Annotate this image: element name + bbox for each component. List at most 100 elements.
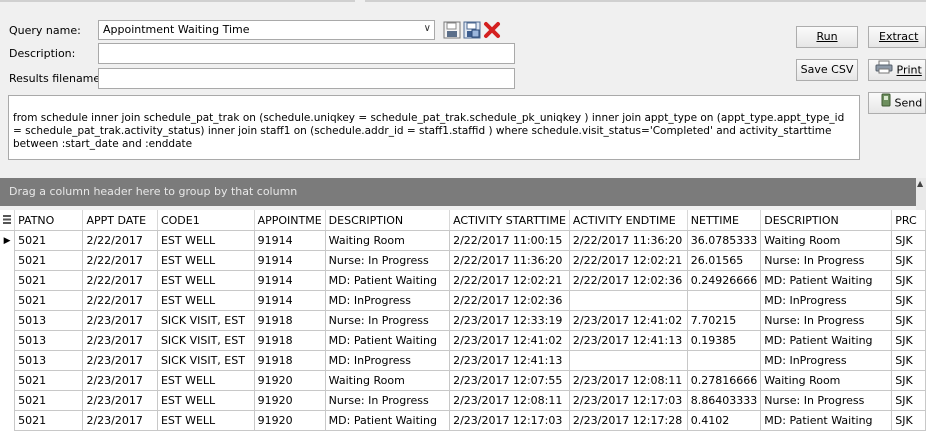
results-filename-input[interactable]	[98, 68, 515, 89]
table-cell[interactable]: MD: InProgress	[760, 350, 893, 371]
table-cell[interactable]: EST WELL	[156, 250, 255, 271]
sql-text-area[interactable]: from schedule inner join schedule_pat_tr…	[8, 95, 860, 160]
table-cell[interactable]: SICK VISIT, EST	[156, 310, 255, 331]
table-cell[interactable]: 2/23/2017	[82, 370, 158, 391]
column-header[interactable]: DESCRIPTION	[325, 210, 451, 231]
table-cell[interactable]: Nurse: In Progress	[760, 390, 893, 411]
column-header[interactable]: PATNO	[14, 210, 84, 231]
column-header[interactable]: ACTIVITY STARTTIME	[449, 210, 570, 231]
table-cell[interactable]: EST WELL	[156, 230, 255, 251]
table-cell[interactable]: Waiting Room	[324, 370, 451, 391]
run-button[interactable]: Run	[796, 26, 858, 48]
table-row[interactable]: ▶ 5021 2/22/2017 EST WELL 91914 Waiting Room 2…	[0, 230, 926, 251]
table-cell[interactable]: EST WELL	[156, 270, 255, 291]
table-cell[interactable]: 2/23/2017 12:17:03	[449, 410, 570, 431]
column-header[interactable]: APPT DATE	[82, 210, 158, 231]
table-cell[interactable]: 91914	[253, 270, 326, 291]
table-cell[interactable]: 2/23/2017 12:33:19	[449, 310, 570, 331]
table-cell[interactable]: Nurse: In Progress	[760, 250, 893, 271]
table-cell[interactable]: SJK	[891, 290, 926, 311]
table-cell[interactable]: 5013	[14, 310, 84, 331]
table-cell[interactable]: 2/22/2017	[82, 230, 158, 251]
table-cell[interactable]: 0.27816666	[686, 370, 762, 391]
table-cell[interactable]: SICK VISIT, EST	[156, 330, 255, 351]
table-cell[interactable]: 7.70215	[686, 310, 762, 331]
table-cell[interactable]	[568, 350, 688, 371]
save-csv-button[interactable]: Save CSV	[796, 59, 858, 81]
table-cell[interactable]: 2/23/2017	[82, 310, 158, 331]
table-cell[interactable]: Waiting Room	[760, 230, 893, 251]
table-cell[interactable]: Waiting Room	[324, 230, 451, 251]
table-row[interactable]: 5021 2/23/2017 EST WELL 91920 Nurse: In Prog…	[0, 390, 926, 411]
table-cell[interactable]: 91920	[253, 390, 326, 411]
row-indicator[interactable]	[0, 290, 16, 311]
row-indicator[interactable]	[0, 270, 16, 291]
row-indicator[interactable]	[0, 310, 16, 331]
table-cell[interactable]: EST WELL	[156, 290, 255, 311]
table-cell[interactable]: SJK	[891, 310, 926, 331]
table-row[interactable]: 5013 2/23/2017 SICK VISIT, EST 91918 Nurse: …	[0, 310, 926, 331]
table-cell[interactable]: 0.4102	[686, 410, 762, 431]
table-cell[interactable]: 2/22/2017 11:00:15	[449, 230, 570, 251]
table-cell[interactable]: 2/23/2017	[82, 410, 158, 431]
table-cell[interactable]: 91920	[253, 410, 326, 431]
column-header[interactable]: PRC	[891, 210, 926, 231]
row-indicator[interactable]	[0, 250, 16, 271]
table-cell[interactable]: SJK	[891, 370, 926, 391]
table-cell[interactable]: MD: Patient Waiting	[324, 330, 451, 351]
group-by-panel[interactable]: Drag a column header here to group by th…	[0, 178, 916, 206]
table-cell[interactable]: 91918	[253, 350, 326, 371]
table-cell[interactable]: 91920	[253, 370, 326, 391]
table-cell[interactable]: 0.19385	[686, 330, 762, 351]
row-indicator[interactable]	[0, 390, 16, 411]
extract-button[interactable]: Extract	[868, 26, 926, 48]
table-row[interactable]: 5021 2/23/2017 EST WELL 91920 Waiting Room 2/…	[0, 370, 926, 391]
table-cell[interactable]: 2/22/2017	[82, 270, 158, 291]
table-cell[interactable]: SJK	[891, 330, 926, 351]
table-cell[interactable]: Nurse: In Progress	[760, 310, 893, 331]
table-cell[interactable]: 2/23/2017 12:08:11	[449, 390, 570, 411]
send-button[interactable]: Send	[868, 92, 926, 114]
table-cell[interactable]: Nurse: In Progress	[324, 310, 451, 331]
table-cell[interactable]: 5021	[14, 250, 84, 271]
table-cell[interactable]: MD: Patient Waiting	[760, 270, 893, 291]
table-cell[interactable]: SJK	[891, 350, 926, 371]
table-cell[interactable]: 2/22/2017	[82, 290, 158, 311]
table-cell[interactable]: EST WELL	[156, 370, 255, 391]
table-cell[interactable]: SJK	[891, 390, 926, 411]
table-cell[interactable]: 2/23/2017 12:07:55	[449, 370, 570, 391]
table-cell[interactable]: EST WELL	[156, 390, 255, 411]
column-header[interactable]: DESCRIPTION	[760, 210, 893, 231]
table-cell[interactable]: MD: Patient Waiting	[760, 410, 893, 431]
row-indicator[interactable]	[0, 350, 16, 371]
table-cell[interactable]: 2/22/2017 12:02:21	[568, 250, 688, 271]
table-row[interactable]: 5021 2/22/2017 EST WELL 91914 MD: Patient Wa…	[0, 270, 926, 291]
table-row[interactable]: 5013 2/23/2017 SICK VISIT, EST 91918 MD: Pat…	[0, 330, 926, 351]
table-cell[interactable]: Nurse: In Progress	[324, 250, 451, 271]
table-row[interactable]: 5021 2/22/2017 EST WELL 91914 Nurse: In Prog…	[0, 250, 926, 271]
table-cell[interactable]	[686, 350, 762, 371]
delete-icon[interactable]	[483, 21, 501, 39]
table-cell[interactable]: 2/22/2017 12:02:36	[449, 290, 570, 311]
save-icon[interactable]	[443, 21, 461, 39]
table-cell[interactable]: MD: InProgress	[760, 290, 893, 311]
table-cell[interactable]: Nurse: In Progress	[324, 390, 451, 411]
table-row[interactable]: 5013 2/23/2017 SICK VISIT, EST 91918 MD: InP…	[0, 350, 926, 371]
table-cell[interactable]: SJK	[891, 270, 926, 291]
column-header[interactable]: APPOINTME	[254, 210, 326, 231]
column-header[interactable]: ACTIVITY ENDTIME	[569, 210, 688, 231]
table-row[interactable]: 5021 2/22/2017 EST WELL 91914 MD: InProgress…	[0, 290, 926, 311]
column-header[interactable]: CODE1	[157, 210, 255, 231]
table-cell[interactable]: 8.86403333	[686, 390, 762, 411]
table-cell[interactable]: 2/23/2017 12:41:02	[568, 310, 688, 331]
table-cell[interactable]: 2/23/2017 12:41:13	[568, 330, 688, 351]
table-cell[interactable]: 5013	[14, 330, 84, 351]
table-cell[interactable]: 2/23/2017 12:41:13	[449, 350, 570, 371]
table-cell[interactable]: SJK	[891, 250, 926, 271]
table-cell[interactable]: 2/22/2017 11:36:20	[568, 230, 688, 251]
table-cell[interactable]: 91918	[253, 330, 326, 351]
table-cell[interactable]: 2/23/2017	[82, 330, 158, 351]
table-cell[interactable]: 2/23/2017 12:08:11	[568, 370, 688, 391]
table-cell[interactable]: 0.24926666	[686, 270, 762, 291]
table-cell[interactable]: 2/22/2017	[82, 250, 158, 271]
